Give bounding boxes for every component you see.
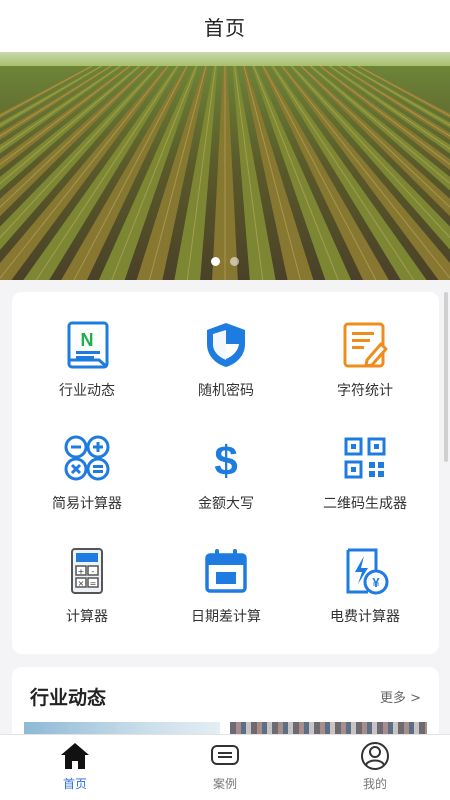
page-title: 首页 — [204, 15, 246, 40]
tool-char-count[interactable]: 字符统计 — [294, 292, 436, 404]
tab-label: 我的 — [362, 777, 387, 791]
tab-cases[interactable]: 案例 — [150, 741, 300, 792]
tool-simple-calculator[interactable]: 简易计算器 — [16, 405, 158, 517]
home-icon — [61, 743, 89, 769]
edit-document-icon — [343, 322, 388, 368]
electricity-bill-icon: ¥ — [346, 548, 389, 595]
svg-text:=: = — [90, 579, 97, 588]
carousel-dot[interactable] — [211, 257, 220, 266]
tool-label: 字符统计 — [337, 383, 393, 399]
tab-mine[interactable]: 我的 — [300, 741, 450, 792]
header-bar: 首页 — [0, 0, 450, 52]
svg-text:$: $ — [214, 437, 237, 483]
svg-text:N: N — [81, 330, 94, 350]
tool-electricity-calculator[interactable]: ¥ 电费计算器 — [294, 518, 436, 630]
svg-text:¥: ¥ — [372, 575, 380, 590]
tools-grid: N 行业动态 随机密码 字符统计 简易计算器 $ 金额大写 二维码生成器 + -… — [12, 292, 439, 654]
calendar-icon — [205, 549, 247, 593]
carousel-dot[interactable] — [230, 257, 239, 266]
tool-qrcode-generator[interactable]: 二维码生成器 — [294, 405, 436, 517]
tool-random-password[interactable]: 随机密码 — [155, 292, 297, 404]
tool-industry-news[interactable]: N 行业动态 — [16, 292, 158, 404]
tab-home[interactable]: 首页 — [0, 741, 150, 792]
message-icon — [211, 745, 239, 765]
more-link[interactable]: 更多 > — [380, 687, 421, 706]
tool-label: 电费计算器 — [330, 609, 400, 625]
tool-label: 二维码生成器 — [323, 496, 407, 512]
shield-icon — [207, 323, 245, 367]
news-icon: N — [67, 321, 109, 369]
svg-text:-: - — [92, 567, 95, 576]
dollar-icon: $ — [214, 437, 237, 483]
svg-text:+: + — [78, 567, 85, 576]
tool-label: 金额大写 — [198, 496, 254, 512]
tool-label: 日期差计算 — [191, 609, 261, 625]
banner-carousel[interactable] — [0, 52, 450, 280]
calculator-icon: + - × = — [71, 548, 103, 594]
tool-label: 行业动态 — [59, 383, 115, 399]
scrollbar[interactable] — [444, 292, 448, 462]
tool-label: 计算器 — [66, 609, 108, 625]
banner-image — [0, 52, 450, 280]
tab-label: 案例 — [212, 777, 237, 791]
svg-text:×: × — [78, 579, 85, 588]
section-title: 行业动态 — [30, 687, 107, 709]
tool-label: 随机密码 — [198, 383, 254, 399]
tool-date-diff[interactable]: 日期差计算 — [155, 518, 297, 630]
tool-amount-uppercase[interactable]: $ 金额大写 — [155, 405, 297, 517]
tool-calculator[interactable]: + - × = 计算器 — [16, 518, 158, 630]
tab-label: 首页 — [62, 777, 87, 791]
tool-label: 简易计算器 — [52, 496, 122, 512]
qrcode-icon — [344, 437, 386, 479]
carousel-indicators — [0, 257, 450, 266]
bottom-tab-bar: 首页 案例 我的 — [0, 734, 450, 800]
user-icon — [361, 742, 389, 770]
calculator-ops-icon — [64, 435, 110, 481]
